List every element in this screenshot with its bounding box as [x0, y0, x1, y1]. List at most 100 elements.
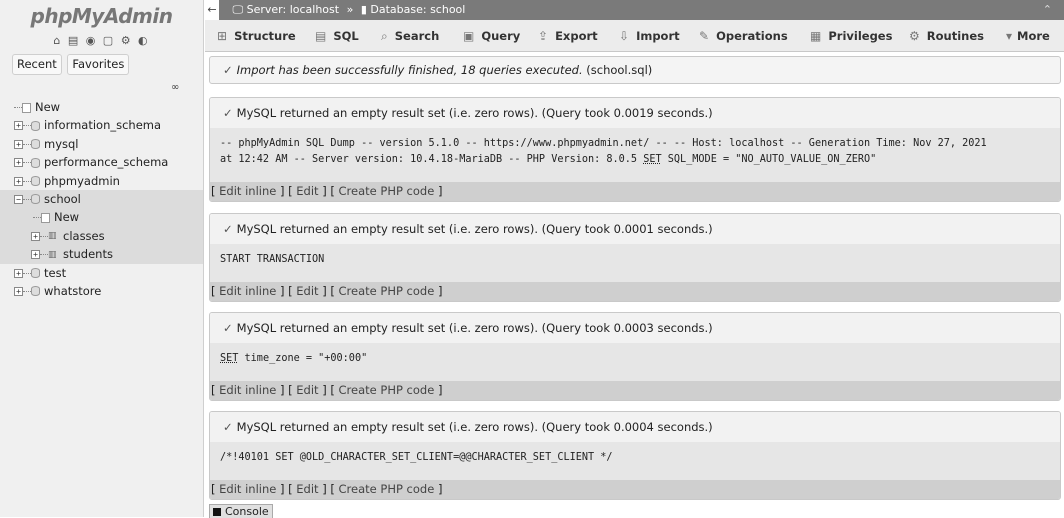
edit-inline-link[interactable]: Edit inline	[219, 284, 276, 298]
tree-item-phpmyadmin[interactable]: + phpmyadmin	[0, 172, 203, 190]
database-icon	[31, 286, 40, 297]
tab-import[interactable]: ⇩ Import	[619, 20, 680, 52]
success-check-icon: ✓	[223, 222, 233, 236]
tree-item-label: performance_schema	[44, 155, 169, 170]
result-action-links: [ Edit inline ] [ Edit ] [ Create PHP co…	[210, 282, 1060, 301]
phpmyadmin-logo[interactable]: phpMyAdmin	[0, 0, 203, 34]
success-check-icon: ✓	[223, 63, 233, 77]
sql-line: -- phpMyAdmin SQL Dump -- version 5.1.0 …	[220, 138, 987, 149]
import-file-name: (school.sql)	[586, 63, 653, 77]
tree-item-mysql[interactable]: + mysql	[0, 135, 203, 153]
tree-item-school-new[interactable]: New	[0, 208, 203, 227]
tab-label: Privileges	[828, 29, 893, 43]
tree-item-label: New	[35, 100, 61, 114]
success-text: Import has been successfully finished, 1…	[236, 63, 583, 77]
sql-keyword-link[interactable]: SET	[220, 353, 238, 364]
console-icon	[213, 508, 221, 516]
database-icon	[31, 157, 40, 168]
tree-connector	[40, 254, 48, 256]
sql-text: at 12:42 AM -- Server version: 10.4.18-M…	[220, 154, 644, 165]
create-php-code-link[interactable]: Create PHP code	[339, 482, 435, 496]
tree-item-classes[interactable]: + ▥ classes	[0, 226, 203, 246]
tab-label: Query	[481, 29, 521, 43]
tab-operations[interactable]: ✎ Operations	[699, 20, 788, 52]
expand-icon[interactable]: +	[14, 139, 23, 149]
result-text: MySQL returned an empty result set (i.e.…	[236, 106, 713, 120]
tab-more[interactable]: ▾ More	[1006, 20, 1050, 52]
expand-icon[interactable]: +	[14, 158, 23, 168]
edit-link[interactable]: Edit	[296, 482, 318, 496]
tree-item-label: whatstore	[44, 283, 102, 298]
tab-search[interactable]: ⌕ Search	[381, 20, 439, 52]
database-icon	[31, 139, 40, 150]
expand-icon[interactable]: +	[14, 176, 23, 186]
expand-icon[interactable]: +	[14, 268, 23, 278]
tree-item-school[interactable]: − school	[0, 189, 203, 209]
recent-favorites-bar: Recent Favorites	[0, 54, 203, 78]
sql-keyword-link[interactable]: SET	[643, 154, 661, 165]
tree-connector	[23, 180, 31, 182]
expand-icon[interactable]: +	[31, 250, 40, 260]
tree-item-label: school	[44, 191, 81, 206]
tree-item-performance-schema[interactable]: + performance_schema	[0, 153, 203, 171]
database-icon: ▮	[360, 3, 367, 16]
create-php-code-link[interactable]: Create PHP code	[339, 184, 435, 198]
breadcrumb-database[interactable]: Database: school	[370, 3, 465, 16]
expand-icon[interactable]: +	[14, 286, 23, 296]
collapse-header-icon[interactable]: ⌃	[1043, 0, 1052, 20]
expand-icon[interactable]: +	[14, 121, 23, 131]
tree-connector	[23, 290, 31, 292]
expand-icon[interactable]: +	[31, 231, 40, 241]
structure-icon: ⊞	[217, 29, 228, 43]
tab-sql[interactable]: ▤ SQL	[315, 20, 359, 52]
database-icon	[31, 268, 40, 279]
edit-inline-link[interactable]: Edit inline	[219, 184, 276, 198]
result-text: MySQL returned an empty result set (i.e.…	[236, 420, 713, 434]
wrench-icon: ✎	[699, 29, 710, 43]
collapse-icon[interactable]: −	[14, 194, 23, 204]
edit-inline-link[interactable]: Edit inline	[219, 383, 276, 397]
edit-link[interactable]: Edit	[296, 184, 318, 198]
quick-access-icons[interactable]: ⌂ ▤ ◉ ▢ ⚙ ◐	[0, 34, 203, 54]
database-tree: New + information_schema + mysql + performa…	[0, 98, 203, 300]
tab-routines[interactable]: ⚙ Routines	[909, 20, 984, 52]
edit-inline-link[interactable]: Edit inline	[219, 482, 276, 496]
result-message: ✓ MySQL returned an empty result set (i.e…	[210, 313, 1060, 343]
table-icon: ▥	[48, 231, 57, 242]
tab-query[interactable]: ▣ Query	[463, 20, 520, 52]
search-icon: ⌕	[381, 29, 388, 43]
tab-structure[interactable]: ⊞ Structure	[217, 20, 296, 52]
sql-line: at 12:42 AM -- Server version: 10.4.18-M…	[220, 152, 1050, 168]
edit-link[interactable]: Edit	[296, 383, 318, 397]
query-icon: ▣	[463, 29, 475, 43]
edit-link[interactable]: Edit	[296, 284, 318, 298]
tree-item-test[interactable]: + test	[0, 264, 203, 282]
tree-item-students[interactable]: + ▥ students	[0, 245, 203, 264]
tree-item-new[interactable]: New	[0, 98, 203, 116]
sql-query: -- phpMyAdmin SQL Dump -- version 5.1.0 …	[210, 128, 1060, 182]
tree-connector	[23, 198, 31, 200]
main-content: ✓ Import has been successfully finished, …	[205, 52, 1064, 518]
create-php-code-link[interactable]: Create PHP code	[339, 284, 435, 298]
chevron-down-icon: ▾	[1006, 29, 1013, 43]
new-icon	[41, 212, 50, 223]
table-icon: ▥	[48, 249, 57, 260]
routines-icon: ⚙	[909, 29, 920, 43]
tree-connector	[40, 235, 48, 237]
success-check-icon: ✓	[223, 321, 233, 335]
tree-item-information-schema[interactable]: + information_schema	[0, 116, 203, 134]
database-icon	[31, 120, 40, 131]
sql-text: time_zone = "+00:00"	[238, 353, 368, 364]
tab-privileges[interactable]: ▦ Privileges	[810, 20, 892, 52]
sql-line: /*!40101 SET @OLD_CHARACTER_SET_CLIENT=@…	[220, 452, 613, 463]
favorites-button[interactable]: Favorites	[67, 54, 130, 75]
tree-item-whatstore[interactable]: + whatstore	[0, 282, 203, 300]
tab-export[interactable]: ⇪ Export	[538, 20, 598, 52]
back-arrow-icon[interactable]: ←	[205, 0, 219, 20]
breadcrumb-server[interactable]: Server: localhost	[247, 3, 339, 16]
tree-item-label: classes	[63, 228, 105, 243]
create-php-code-link[interactable]: Create PHP code	[339, 383, 435, 397]
link-icon[interactable]: ∞	[171, 82, 179, 93]
console-toggle[interactable]: Console	[209, 504, 273, 518]
recent-button[interactable]: Recent	[12, 54, 62, 75]
